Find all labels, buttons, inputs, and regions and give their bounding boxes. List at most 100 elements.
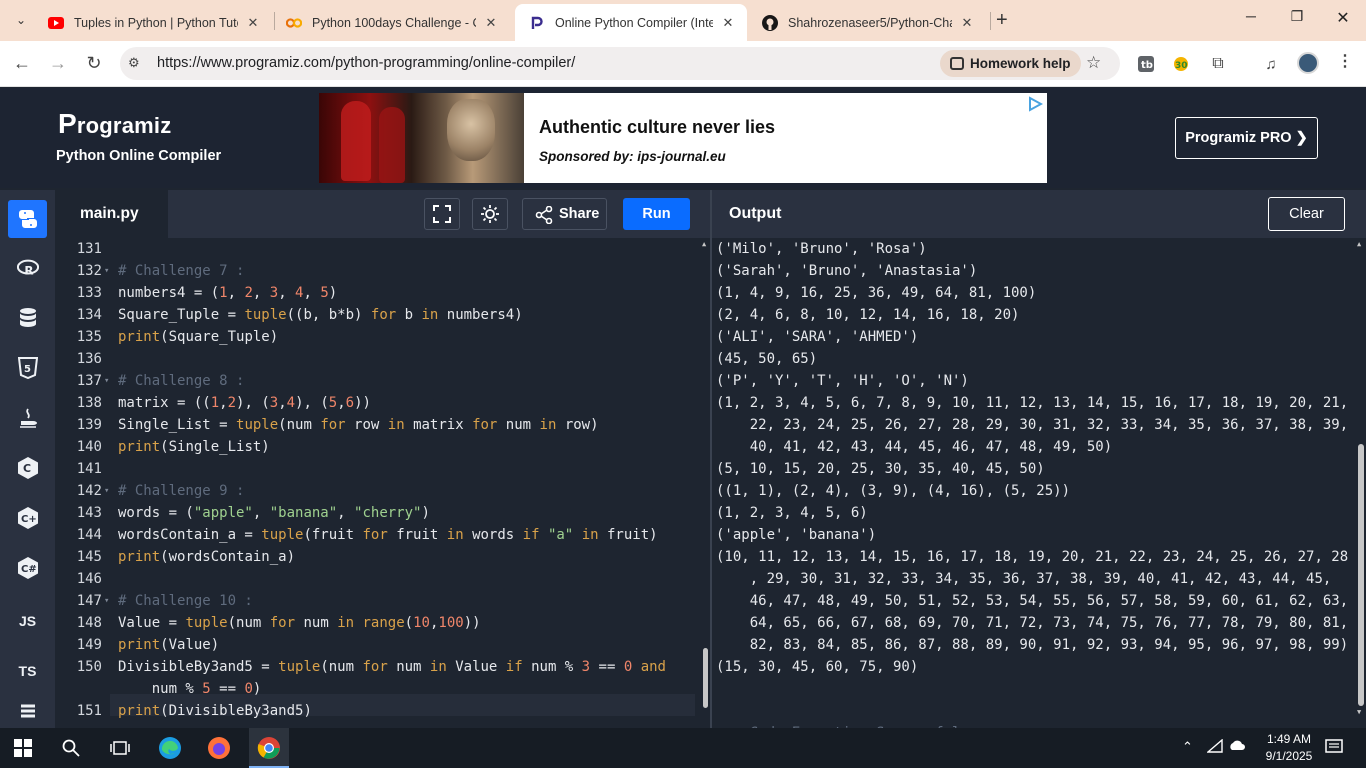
output-line: (45, 50, 65) (716, 351, 818, 367)
share-button[interactable]: Share (522, 198, 607, 230)
address-bar[interactable]: ⚙ https://www.programiz.com/python-progr… (120, 47, 1120, 80)
programiz-logo[interactable]: Programiz (58, 108, 171, 140)
minimize-button[interactable]: ─ (1236, 8, 1266, 24)
close-tab-icon[interactable]: ✕ (958, 15, 976, 31)
extensions-puzzle-icon[interactable]: ⧉ (1208, 54, 1228, 74)
new-tab-button[interactable]: + (996, 9, 1008, 32)
code-line[interactable]: 134 Square_Tuple = tuple((b, b*b) for b i… (55, 304, 695, 326)
browser-tab-programiz[interactable]: Online Python Compiler (Interp ✕ (515, 4, 747, 41)
browser-tab-youtube[interactable]: Tuples in Python | Python Tutor ✕ (34, 4, 272, 41)
output-scrollbar[interactable]: ▲ ▼ (1356, 238, 1366, 728)
site-info-icon[interactable]: ⚙ (128, 55, 140, 71)
file-tab-main[interactable]: main.py (55, 190, 168, 238)
code-line[interactable]: 139 Single_List = tuple(num for row in ma… (55, 414, 695, 436)
scroll-down-arrow[interactable]: ▼ (1357, 708, 1361, 716)
url-text[interactable]: https://www.programiz.com/python-program… (157, 55, 575, 71)
search-icon[interactable] (58, 736, 84, 760)
fold-arrow-icon[interactable]: ▾ (104, 480, 109, 502)
system-clock[interactable]: 1:49 AM 9/1/2025 (1254, 731, 1324, 765)
cpp-language-button[interactable]: C+ (8, 499, 47, 537)
code-line[interactable]: 148 Value = tuple(num for num in range(10… (55, 612, 695, 634)
code-line[interactable]: 132 ▾ # Challenge 7 : (55, 260, 695, 282)
code-line[interactable]: 138 matrix = ((1,2), (3,4), (5,6)) (55, 392, 695, 414)
javascript-language-button[interactable]: JS (8, 602, 47, 640)
close-tab-icon[interactable]: ✕ (482, 15, 500, 31)
code-text: # Challenge 8 : (118, 370, 244, 392)
code-token: , (252, 505, 270, 521)
close-tab-icon[interactable]: ✕ (719, 15, 737, 31)
code-line[interactable]: 131 (55, 238, 695, 260)
reload-button[interactable]: ↻ (82, 53, 106, 74)
typescript-language-button[interactable]: TS (8, 652, 47, 690)
chrome-icon[interactable] (256, 736, 282, 760)
close-tab-icon[interactable]: ✕ (244, 15, 262, 31)
close-window-button[interactable]: ✕ (1328, 8, 1358, 28)
fold-arrow-icon[interactable]: ▾ (104, 370, 109, 392)
output-scrollbar-thumb[interactable] (1358, 444, 1364, 706)
csharp-language-button[interactable]: C# (8, 549, 47, 587)
restore-button[interactable]: ❐ (1282, 8, 1312, 25)
code-line[interactable]: 146 (55, 568, 695, 590)
task-view-icon[interactable] (107, 736, 133, 760)
advertisement-banner[interactable]: Authentic culture never lies Sponsored b… (319, 93, 1047, 183)
editor-scrollbar[interactable]: ▲ (702, 238, 710, 728)
html-language-button[interactable]: 5 (8, 349, 47, 387)
forward-button[interactable]: → (46, 53, 70, 74)
code-line[interactable]: 145 print(wordsContain_a) (55, 546, 695, 568)
code-editor[interactable]: 131 132 ▾ # Challenge 7 :133 numbers4 = (1, … (55, 238, 710, 728)
java-language-button[interactable] (8, 399, 47, 437)
editor-scrollbar-thumb[interactable] (703, 648, 708, 708)
code-line[interactable]: num % 5 == 0) (55, 678, 695, 700)
notifications-icon[interactable] (1325, 739, 1343, 758)
wifi-icon[interactable] (1206, 738, 1223, 756)
extension-icon[interactable]: 30 (1171, 54, 1191, 74)
tab-search-icon[interactable]: ⌄ (8, 8, 34, 32)
bookmark-star-icon[interactable]: ☆ (1086, 53, 1101, 73)
code-line[interactable]: 133 numbers4 = (1, 2, 3, 4, 5) (55, 282, 695, 304)
code-line[interactable]: 141 (55, 458, 695, 480)
extension-tb-icon[interactable]: tb (1136, 54, 1156, 74)
cloud-icon[interactable] (1228, 739, 1246, 754)
programiz-pro-button[interactable]: Programiz PRO ❯ (1175, 117, 1318, 159)
edge-icon[interactable] (157, 736, 183, 760)
browser-tab-github[interactable]: Shahrozenaseer5/Python-Chall ✕ (748, 4, 986, 41)
windows-start-icon[interactable] (10, 736, 36, 760)
adchoices-icon[interactable] (1027, 96, 1044, 117)
code-line[interactable]: 149 print(Value) (55, 634, 695, 656)
scroll-up-arrow[interactable]: ▲ (702, 240, 706, 248)
code-line[interactable]: 150 DivisibleBy3and5 = tuple(num for num … (55, 656, 695, 678)
code-line[interactable]: 137 ▾ # Challenge 8 : (55, 370, 695, 392)
run-button[interactable]: Run (623, 198, 690, 230)
code-line[interactable]: 147 ▾ # Challenge 10 : (55, 590, 695, 612)
python-language-button[interactable] (8, 200, 47, 238)
code-line[interactable]: 151 print(DivisibleBy3and5) (55, 700, 695, 722)
code-line[interactable]: 144 wordsContain_a = tuple(fruit for frui… (55, 524, 695, 546)
code-line[interactable]: 143 words = ("apple", "banana", "cherry") (55, 502, 695, 524)
c-language-button[interactable]: C (8, 449, 47, 487)
fold-arrow-icon[interactable]: ▾ (104, 590, 109, 612)
browser-tab-colab[interactable]: Python 100days Challenge - Co ✕ (272, 4, 510, 41)
theme-toggle-button[interactable] (472, 198, 508, 230)
profile-avatar[interactable] (1297, 52, 1319, 74)
code-token: 1 (210, 395, 220, 411)
clear-button[interactable]: Clear (1268, 197, 1345, 231)
back-button[interactable]: ← (10, 53, 34, 74)
code-line[interactable]: 136 (55, 348, 695, 370)
sql-language-button[interactable] (8, 299, 47, 337)
show-hidden-icons[interactable]: ⌃ (1182, 739, 1193, 755)
homework-help-button[interactable]: Homework help (940, 50, 1081, 77)
fold-arrow-icon[interactable]: ▾ (104, 260, 109, 282)
scroll-up-arrow[interactable]: ▲ (1357, 240, 1361, 248)
output-toolbar: Output Clear (712, 190, 1366, 238)
fullscreen-button[interactable] (424, 198, 460, 230)
swift-language-button[interactable] (8, 700, 47, 728)
code-token: 2 (227, 395, 237, 411)
code-line[interactable]: 135 print(Square_Tuple) (55, 326, 695, 348)
browser-menu-icon[interactable]: ⋮ (1337, 51, 1353, 71)
code-line[interactable]: 142 ▾ # Challenge 9 : (55, 480, 695, 502)
media-control-icon[interactable]: ♫ (1261, 54, 1281, 74)
code-line[interactable]: 140 print(Single_List) (55, 436, 695, 458)
firefox-icon[interactable] (206, 736, 232, 760)
output-console[interactable]: ('Milo', 'Bruno', 'Rosa') ('Sarah', 'Brun… (712, 238, 1366, 728)
r-language-button[interactable]: R (8, 249, 47, 287)
